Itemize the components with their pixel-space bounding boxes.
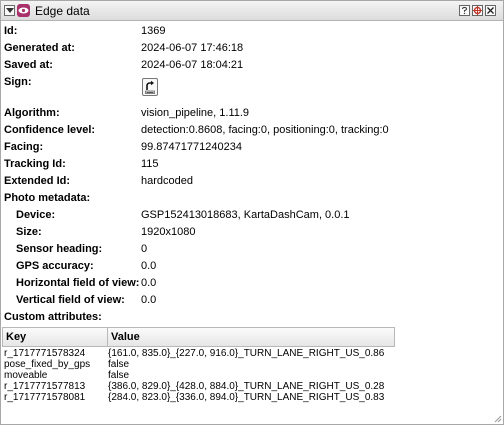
table-cell-key: r_1717771578324 xyxy=(4,348,86,359)
table-row[interactable]: pose_fixed_by_gps false xyxy=(2,359,395,370)
table-cell-key: pose_fixed_by_gps xyxy=(4,359,91,370)
table-cell-value: false xyxy=(108,370,130,381)
table-cell-value: {284.0, 823.0}_{336.0, 894.0}_TURN_LANE_… xyxy=(108,392,385,403)
edge-data-window: Edge data Id: 1369 Generated at: 2024-06… xyxy=(0,0,504,425)
field-value-tracking-id: 115 xyxy=(141,158,159,170)
field-label-extended-id: Extended Id: xyxy=(4,175,71,187)
field-label-algorithm: Algorithm: xyxy=(4,107,60,119)
field-value-confidence-level: detection:0.8608, facing:0, positioning:… xyxy=(141,124,389,136)
meta-label-sensor-heading: Sensor heading: xyxy=(16,243,103,255)
title-bar: Edge data xyxy=(1,1,503,21)
table-cell-key: r_1717771577813 xyxy=(4,381,86,392)
table-cell-key: r_1717771578081 xyxy=(4,392,86,403)
field-value-algorithm: vision_pipeline, 1.11.9 xyxy=(141,107,250,119)
field-label-confidence-level: Confidence level: xyxy=(4,124,96,136)
table-cell-key: moveable xyxy=(4,370,48,381)
field-label-saved-at: Saved at: xyxy=(4,59,53,71)
table-cell-value: {386.0, 829.0}_{428.0, 884.0}_TURN_LANE_… xyxy=(108,381,385,392)
column-header-value[interactable]: Value xyxy=(111,331,140,343)
resize-grip-icon[interactable] xyxy=(492,413,502,423)
detach-icon[interactable] xyxy=(472,5,483,16)
field-value-facing: 99.87471771240234 xyxy=(141,141,242,153)
field-value-extended-id: hardcoded xyxy=(141,175,193,187)
field-label-id: Id: xyxy=(4,25,18,37)
table-row[interactable]: moveable false xyxy=(2,370,395,381)
turn-right-only-sign-icon[interactable] xyxy=(142,78,158,96)
column-divider[interactable] xyxy=(107,328,108,347)
table-header-row: Key Value xyxy=(2,327,395,347)
close-icon[interactable] xyxy=(485,5,496,16)
table-row[interactable]: r_1717771578324 {161.0, 835.0}_{227.0, 9… xyxy=(2,348,395,359)
help-icon[interactable] xyxy=(459,5,470,16)
meta-label-horizontal-fov: Horizontal field of view: xyxy=(16,277,140,289)
table-row[interactable]: r_1717771577813 {386.0, 829.0}_{428.0, 8… xyxy=(2,381,395,392)
field-value-saved-at: 2024-06-07 18:04:21 xyxy=(141,59,244,71)
meta-label-gps-accuracy: GPS accuracy: xyxy=(16,260,94,272)
field-label-facing: Facing: xyxy=(4,141,44,153)
meta-value-size: 1920x1080 xyxy=(141,226,196,238)
meta-value-vertical-fov: 0.0 xyxy=(141,294,157,306)
custom-attributes-label: Custom attributes: xyxy=(4,311,102,323)
meta-value-horizontal-fov: 0.0 xyxy=(141,277,157,289)
field-label-tracking-id: Tracking Id: xyxy=(4,158,66,170)
table-row[interactable]: r_1717771578081 {284.0, 823.0}_{336.0, 8… xyxy=(2,392,395,403)
field-value-generated-at: 2024-06-07 17:46:18 xyxy=(141,42,244,54)
meta-value-device: GSP152413018683, KartaDashCam, 0.0.1 xyxy=(141,209,350,221)
table-cell-value: {161.0, 835.0}_{227.0, 916.0}_TURN_LANE_… xyxy=(108,348,385,359)
field-value-id: 1369 xyxy=(141,25,166,37)
meta-label-device: Device: xyxy=(16,209,56,221)
meta-value-sensor-heading: 0 xyxy=(141,243,148,255)
meta-value-gps-accuracy: 0.0 xyxy=(141,260,157,272)
eye-icon xyxy=(17,4,30,17)
table-cell-value: false xyxy=(108,359,130,370)
field-label-sign: Sign: xyxy=(4,76,32,88)
meta-label-vertical-fov: Vertical field of view: xyxy=(16,294,125,306)
collapse-triangle-icon[interactable] xyxy=(4,5,15,16)
field-label-photo-metadata: Photo metadata: xyxy=(4,192,91,204)
field-label-generated-at: Generated at: xyxy=(4,42,75,54)
window-title: Edge data xyxy=(35,4,90,18)
meta-label-size: Size: xyxy=(16,226,42,238)
column-header-key[interactable]: Key xyxy=(6,331,26,343)
